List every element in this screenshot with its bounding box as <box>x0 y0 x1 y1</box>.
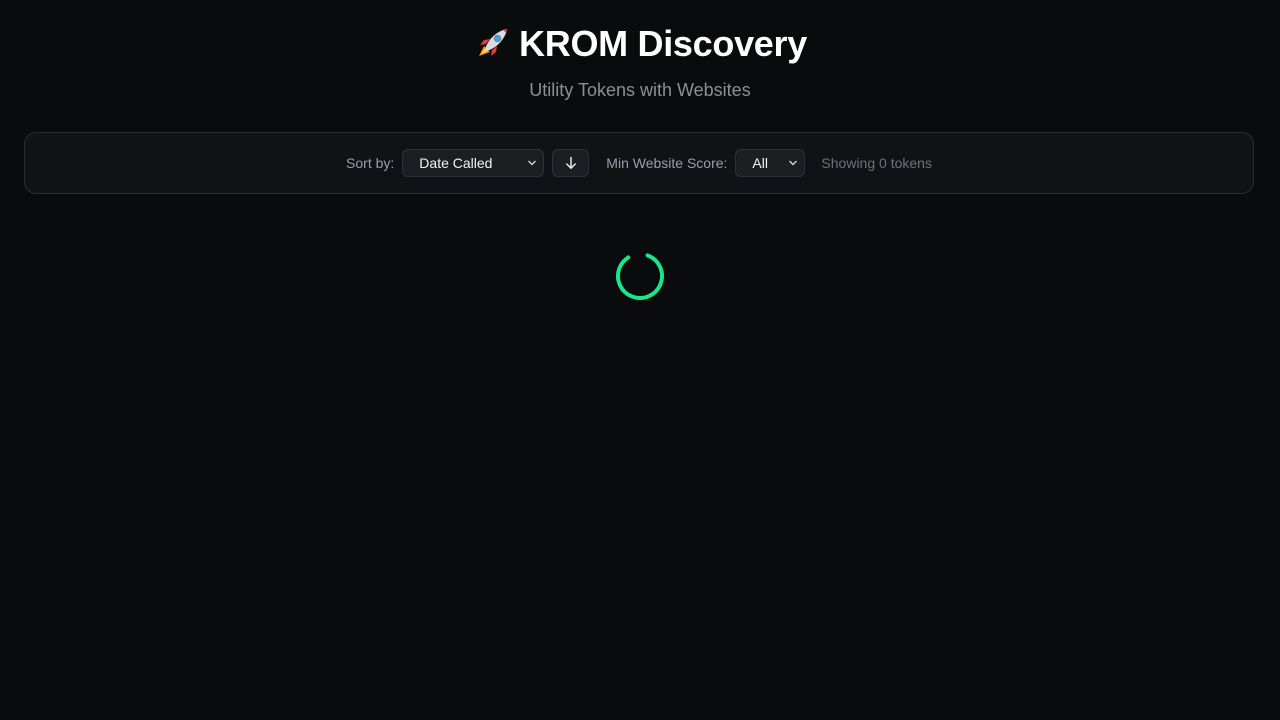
min-score-label: Min Website Score: <box>606 155 728 171</box>
sort-select[interactable]: Date Called <box>402 149 545 177</box>
chevron-down-icon <box>789 160 798 166</box>
sort-direction-button[interactable] <box>552 149 590 177</box>
arrow-down-icon <box>565 156 576 169</box>
page-subtitle: Utility Tokens with Websites <box>529 80 751 100</box>
loading-spinner-icon <box>616 252 664 300</box>
sort-label: Sort by: <box>346 155 395 171</box>
header: KROM Discovery Utility Tokens with Websi… <box>0 0 1280 102</box>
min-score-select-value: All <box>752 155 768 171</box>
chevron-down-icon <box>528 160 537 166</box>
rocket-icon <box>479 29 508 56</box>
app-title-text: KROM Discovery <box>519 23 807 64</box>
min-score-select[interactable]: All <box>735 149 806 177</box>
sort-select-value: Date Called <box>419 155 493 171</box>
token-count-status: Showing 0 tokens <box>821 155 932 171</box>
page-title: KROM Discovery <box>473 22 807 66</box>
page: KROM Discovery Utility Tokens with Websi… <box>0 0 1280 720</box>
filter-toolbar: Sort by: Date Called Min Website Score: … <box>24 132 1254 194</box>
